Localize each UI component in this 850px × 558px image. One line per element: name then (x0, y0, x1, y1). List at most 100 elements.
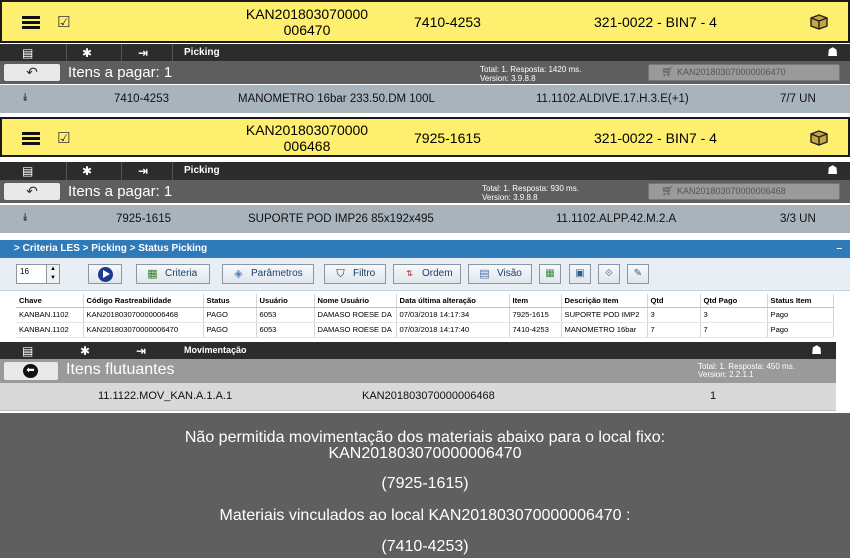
kanban-code: KAN201803070000 006468 (245, 122, 369, 154)
exit-icon[interactable]: ⇥ (138, 46, 148, 60)
gear-icon[interactable]: ✱ (82, 164, 92, 178)
gear-icon[interactable]: ✱ (80, 344, 90, 358)
back-button[interactable]: ↶ (4, 183, 60, 200)
checkbox-icon[interactable]: ☑ (57, 13, 70, 31)
picking-item-row-2[interactable]: ⯯ 7925-1615 SUPORTE POD IMP26 85x192x495… (0, 205, 850, 233)
filter-icon: ⛉ (336, 268, 345, 280)
collapse-icon[interactable]: – (836, 240, 842, 258)
breadcrumb[interactable]: > Criteria LES > Picking > Status Pickin… (0, 240, 850, 258)
checkbox-icon[interactable]: ☑ (57, 129, 70, 147)
row-description: SUPORTE POD IMP26 85x192x495 (248, 213, 434, 225)
save-icon[interactable]: ▣ (569, 264, 591, 284)
row-kanban: KAN201803070000006468 (362, 390, 495, 402)
account-icon[interactable]: ☗ (827, 163, 838, 177)
visao-button[interactable]: ▤ Visão (468, 264, 532, 284)
column-header[interactable]: Item (509, 294, 562, 308)
menu-icon[interactable]: ▤ (22, 164, 33, 178)
code-icon[interactable]: ⟐ (598, 264, 620, 284)
parametros-button[interactable]: ◈ Parâmetros (222, 264, 314, 284)
kanban-code: KAN201803070000 006470 (245, 6, 369, 38)
picking-header-2: ☑ KAN201803070000 006468 7925-1615 321-0… (0, 117, 850, 157)
list-icon[interactable] (22, 16, 40, 30)
column-header[interactable]: Status (203, 294, 257, 308)
row-address: 11.1122.MOV_KAN.A.1.A.1 (98, 390, 233, 402)
panel-title: Itens a pagar: 1 (68, 64, 173, 81)
picking-info-bar-1: ↶ Itens a pagar: 1 Total: 1. Resposta: 1… (0, 61, 850, 84)
message-line: KAN201803070000006470 (328, 445, 522, 462)
box-icon[interactable] (810, 14, 828, 30)
column-header[interactable]: Qtd (647, 294, 701, 308)
error-message-panel: Não permitida movimentação dos materiais… (0, 413, 850, 558)
menu-icon[interactable]: ▤ (22, 344, 33, 358)
response-info: Total: 1. Resposta: 1420 ms. Version: 3.… (480, 65, 582, 83)
kanban-cart-button[interactable]: 🛒︎ KAN201803070000006470 (648, 64, 840, 81)
column-header[interactable]: Chave (16, 294, 84, 308)
filtro-button[interactable]: ⛉ Filtro (324, 264, 386, 284)
list-icon[interactable] (22, 132, 40, 146)
back-arrow-icon: ⬅ (23, 364, 38, 378)
picking-info-bar-2: ↶ Itens a pagar: 1 Total: 1. Resposta: 9… (0, 180, 850, 203)
message-line: (7925-1615) (381, 475, 469, 492)
row-item-code: 7925-1615 (116, 213, 171, 225)
back-arrow-icon: ↶ (26, 64, 38, 80)
expand-chevron-icon[interactable]: ⯯ (22, 92, 29, 105)
panel-title: Itens flutuantes (66, 361, 175, 378)
back-button[interactable]: ↶ (4, 64, 60, 81)
back-arrow-icon: ↶ (26, 183, 38, 199)
column-header[interactable]: Código Rastreabilidade (83, 294, 204, 308)
kanban-cart-button[interactable]: 🛒︎ KAN201803070000006468 (648, 183, 840, 200)
exit-icon[interactable]: ⇥ (138, 164, 148, 178)
picking-item-row-1[interactable]: ⯯ 7410-4253 MANOMETRO 16bar 233.50.DM 10… (0, 85, 850, 113)
row-address: 11.1102.ALPP.42.M.2.A (556, 213, 677, 225)
message-line: Materiais vinculados ao local KAN2018030… (219, 507, 631, 524)
account-icon[interactable]: ☗ (811, 343, 822, 357)
column-header[interactable]: Nome Usuário (314, 294, 397, 308)
column-header[interactable]: Data última alteração (396, 294, 510, 308)
column-header[interactable]: Status Item (767, 294, 834, 308)
floating-item-row[interactable]: 11.1122.MOV_KAN.A.1.A.1 KAN2018030700000… (0, 383, 836, 411)
picking-header-1: ☑ KAN201803070000 006470 7410-4253 321-0… (0, 0, 850, 43)
floating-items-bar: ⬅ Itens flutuantes Total: 1. Resposta: 4… (0, 359, 836, 383)
column-header[interactable]: Qtd Pago (700, 294, 768, 308)
view-icon: ▤ (479, 268, 490, 280)
message-line: (7410-4253) (381, 538, 469, 555)
table-row[interactable]: KANBAN.1102 KAN201803070000006470 PAGO 6… (16, 322, 834, 338)
item-code: 7410-4253 (414, 14, 481, 30)
column-header[interactable]: Descrição Item (561, 294, 648, 308)
row-address: 11.1102.ALDIVE.17.H.3.E(+1) (536, 93, 689, 105)
toolbar-title: Picking (184, 47, 220, 58)
panel-title: Itens a pagar: 1 (68, 183, 173, 200)
play-icon (98, 267, 113, 282)
expand-chevron-icon[interactable]: ⯯ (22, 212, 29, 225)
criteria-button[interactable]: ▦ Criteria (136, 264, 210, 284)
toolbar-title: Movimentação (184, 345, 247, 355)
row-qty: 3/3 UN (780, 213, 816, 225)
row-qty: 1 (710, 390, 717, 402)
table-row[interactable]: KANBAN.1102 KAN201803070000006468 PAGO 6… (16, 307, 834, 323)
menu-icon[interactable]: ▤ (22, 46, 33, 60)
sort-icon: ⇅ (406, 269, 413, 278)
exit-icon[interactable]: ⇥ (136, 344, 146, 358)
location: 321-0022 - BIN7 - 4 (594, 14, 717, 30)
status-picking-table: Chave Código Rastreabilidade Status Usuá… (16, 294, 834, 338)
toolbar-title: Picking (184, 165, 220, 176)
account-icon[interactable]: ☗ (827, 45, 838, 59)
picking-toolbar-1: ▤ ✱ ⇥ Picking ☗ (0, 44, 850, 61)
stepper-arrows-icon[interactable]: ▲ ▼ (46, 265, 59, 283)
back-button[interactable]: ⬅ (4, 362, 58, 380)
response-info: Total: 1. Resposta: 450 ms. Version: 2.2… (698, 362, 795, 379)
run-button[interactable] (88, 264, 122, 284)
edit-icon[interactable]: ✎ (627, 264, 649, 284)
criteria-icon: ▦ (147, 268, 158, 280)
page-size-stepper[interactable]: 16 ▲ ▼ (16, 264, 60, 284)
ordem-button[interactable]: ⇅ Ordem (393, 264, 461, 284)
export-icon[interactable]: ▦ (539, 264, 561, 284)
table-header-row: Chave Código Rastreabilidade Status Usuá… (16, 294, 834, 308)
response-info: Total: 1. Resposta: 930 ms. Version: 3.9… (482, 184, 579, 202)
cart-icon: 🛒︎ (661, 67, 674, 78)
movimentacao-toolbar: ▤ ✱ ⇥ Movimentação ☗ (0, 342, 836, 359)
column-header[interactable]: Usuário (256, 294, 315, 308)
gear-icon[interactable]: ✱ (82, 46, 92, 60)
box-icon[interactable] (810, 130, 828, 146)
row-description: MANOMETRO 16bar 233.50.DM 100L (238, 93, 435, 105)
